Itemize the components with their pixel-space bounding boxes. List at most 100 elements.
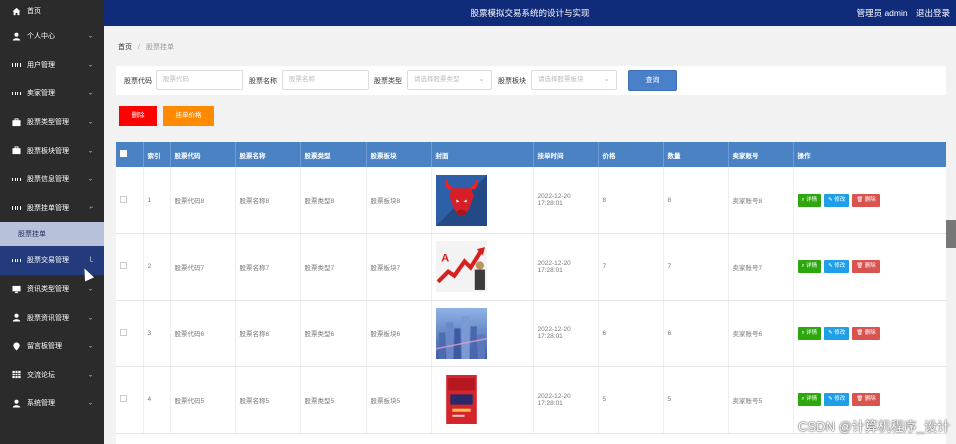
chevron-down-icon: ⌄ <box>87 343 93 350</box>
row-checkbox[interactable] <box>116 167 144 234</box>
detail-button[interactable]: ⌕ 详情 <box>797 393 822 407</box>
chevron-down-icon: ⌄ <box>87 315 93 322</box>
sidebar-item-label: 股票信息管理 <box>27 176 69 184</box>
logout-link[interactable]: 退出登录 <box>916 8 950 18</box>
sidebar-item-label: 用户管理 <box>27 61 55 69</box>
cell-code: 股票代码5 <box>170 366 236 434</box>
name-label: 股票名称 <box>249 78 277 85</box>
sidebar-item-users[interactable]: 用户管理 ⌄ <box>0 51 104 80</box>
search-bar: 股票代码 股票代码 股票名称 股票名称 股票类型 请选择股票类型 股票板块 请选… <box>116 66 946 95</box>
cell-qty: 8 <box>663 167 729 234</box>
type-label: 股票类型 <box>374 78 402 85</box>
table-row: 1 股票代码8 股票名称8 股票类型8 股票板块8 2022-12-20 17:… <box>116 167 946 234</box>
cell-index: 4 <box>143 366 171 434</box>
column-header: 索引 <box>143 142 171 167</box>
sidebar-item-messages[interactable]: 留言板管理 ⌄ <box>0 332 104 361</box>
cell-name: 股票名称7 <box>235 233 301 301</box>
row-delete-button[interactable]: 🗑 删除 <box>852 326 880 340</box>
cell-type: 股票类型7 <box>300 233 367 301</box>
column-header: 封面 <box>431 142 534 167</box>
cell-sector: 股票板块5 <box>366 366 432 434</box>
breadcrumb: 首页 / 股票挂单 <box>118 42 174 52</box>
sidebar-item-home[interactable]: 首页 <box>0 0 104 22</box>
sidebar-item-system[interactable]: 系统管理 ⌄ <box>0 389 104 418</box>
cover-image-bull <box>435 174 487 226</box>
type-select[interactable]: 请选择股票类型 <box>407 70 492 90</box>
cell-qty: 5 <box>663 366 729 434</box>
sidebar-item-stock-news[interactable]: 股票资讯管理 ⌄ <box>0 303 104 332</box>
query-button[interactable]: 查询 <box>628 70 677 91</box>
code-input[interactable]: 股票代码 <box>156 70 243 90</box>
cell-time: 2022-12-20 17:28:01 <box>533 300 599 367</box>
sidebar-item-label: 股票交易管理 <box>27 257 69 265</box>
cell-type: 股票类型8 <box>300 167 367 234</box>
detail-button[interactable]: ⌕ 详情 <box>797 326 822 340</box>
sector-select[interactable]: 请选择股票板块 <box>531 70 617 90</box>
column-header: 股票类型 <box>300 142 367 167</box>
chevron-up-icon: ⌐ <box>89 204 93 211</box>
cell-index: 3 <box>143 300 171 367</box>
sidebar-item-label: 个人中心 <box>27 33 55 41</box>
sidebar-item-stock-sectors[interactable]: 股票板块管理 ⌄ <box>0 136 104 165</box>
column-header: 股票名称 <box>235 142 301 167</box>
chevron-down-icon: ⌄ <box>87 372 93 379</box>
edit-button[interactable]: ✎ 修改 <box>824 260 850 274</box>
cover-image-book <box>435 374 487 426</box>
column-header: 股票代码 <box>170 142 236 167</box>
briefcase-icon <box>12 146 21 155</box>
sidebar-item-stock-orders[interactable]: 股票挂单管理 ⌐ <box>0 194 104 223</box>
app-title: 股票模拟交易系统的设计与实现 <box>470 8 590 18</box>
chevron-left-icon: ᒪ <box>89 257 93 264</box>
table-header-row: 索引 股票代码 股票名称 股票类型 股票板块 封面 挂单时间 价格 数量 卖家账… <box>116 142 946 167</box>
row-checkbox[interactable] <box>116 300 144 367</box>
chevron-down-icon: ⌄ <box>87 33 93 40</box>
name-input[interactable]: 股票名称 <box>282 70 369 90</box>
cell-seller: 卖家账号7 <box>728 233 794 301</box>
grid-icon <box>12 89 21 98</box>
table-row: 2 股票代码7 股票名称7 股票类型7 股票板块7 A 2022-12-20 1… <box>116 233 946 301</box>
grid-icon <box>12 175 21 184</box>
cover-image-city <box>435 307 487 359</box>
sidebar-item-profile[interactable]: 个人中心 ⌄ <box>0 22 104 51</box>
chevron-down-icon: ⌄ <box>87 90 93 97</box>
row-delete-button[interactable]: 🗑 删除 <box>852 393 880 407</box>
grid-icon <box>12 60 21 69</box>
breadcrumb-home[interactable]: 首页 <box>118 44 132 51</box>
cell-cover <box>431 167 534 234</box>
edit-button[interactable]: ✎ 修改 <box>824 193 850 207</box>
briefcase-icon <box>12 118 21 127</box>
topbar: 股票模拟交易系统的设计与实现 管理员 admin 退出登录 <box>104 0 956 26</box>
detail-button[interactable]: ⌕ 详情 <box>797 260 822 274</box>
row-delete-button[interactable]: 🗑 删除 <box>852 260 880 274</box>
column-header: 卖家账号 <box>728 142 794 167</box>
column-header: 操作 <box>793 142 946 167</box>
delete-button[interactable]: 删除 <box>119 106 157 126</box>
chevron-down-icon: ⌄ <box>87 119 93 126</box>
sidebar-item-label: 首页 <box>27 8 41 15</box>
sidebar-subitem-stock-order[interactable]: 股票挂单 <box>0 222 104 247</box>
cell-price: 6 <box>598 300 664 367</box>
edit-button[interactable]: ✎ 修改 <box>824 326 850 340</box>
select-all-checkbox[interactable] <box>116 142 144 167</box>
scroll-handle[interactable] <box>946 220 956 248</box>
cell-qty: 6 <box>663 300 729 367</box>
sidebar-item-stock-types[interactable]: 股票类型管理 ⌄ <box>0 108 104 137</box>
row-checkbox[interactable] <box>116 366 144 434</box>
cell-ops: ⌕ 详情 ✎ 修改 🗑 删除 <box>793 167 946 234</box>
edit-button[interactable]: ✎ 修改 <box>824 393 850 407</box>
cell-price: 5 <box>598 366 664 434</box>
row-delete-button[interactable]: 🗑 删除 <box>852 193 880 207</box>
sidebar-item-label: 股票板块管理 <box>27 147 69 155</box>
cell-name: 股票名称5 <box>235 366 301 434</box>
detail-button[interactable]: ⌕ 详情 <box>797 193 822 207</box>
sidebar-item-label: 系统管理 <box>27 400 55 408</box>
row-checkbox[interactable] <box>116 233 144 301</box>
sector-label: 股票板块 <box>498 78 526 85</box>
sidebar-item-forum[interactable]: 交流论坛 ⌄ <box>0 361 104 390</box>
sidebar-item-stock-info[interactable]: 股票信息管理 ⌄ <box>0 165 104 194</box>
chevron-down-icon: ⌄ <box>87 286 93 293</box>
sidebar-item-sellers[interactable]: 卖家管理 ⌄ <box>0 79 104 108</box>
table-row: 3 股票代码6 股票名称6 股票类型6 股票板块6 2022-12-20 17:… <box>116 300 946 367</box>
order-price-button[interactable]: 挂单价格 <box>163 106 214 126</box>
cell-time: 2022-12-20 17:28:01 <box>533 233 599 301</box>
